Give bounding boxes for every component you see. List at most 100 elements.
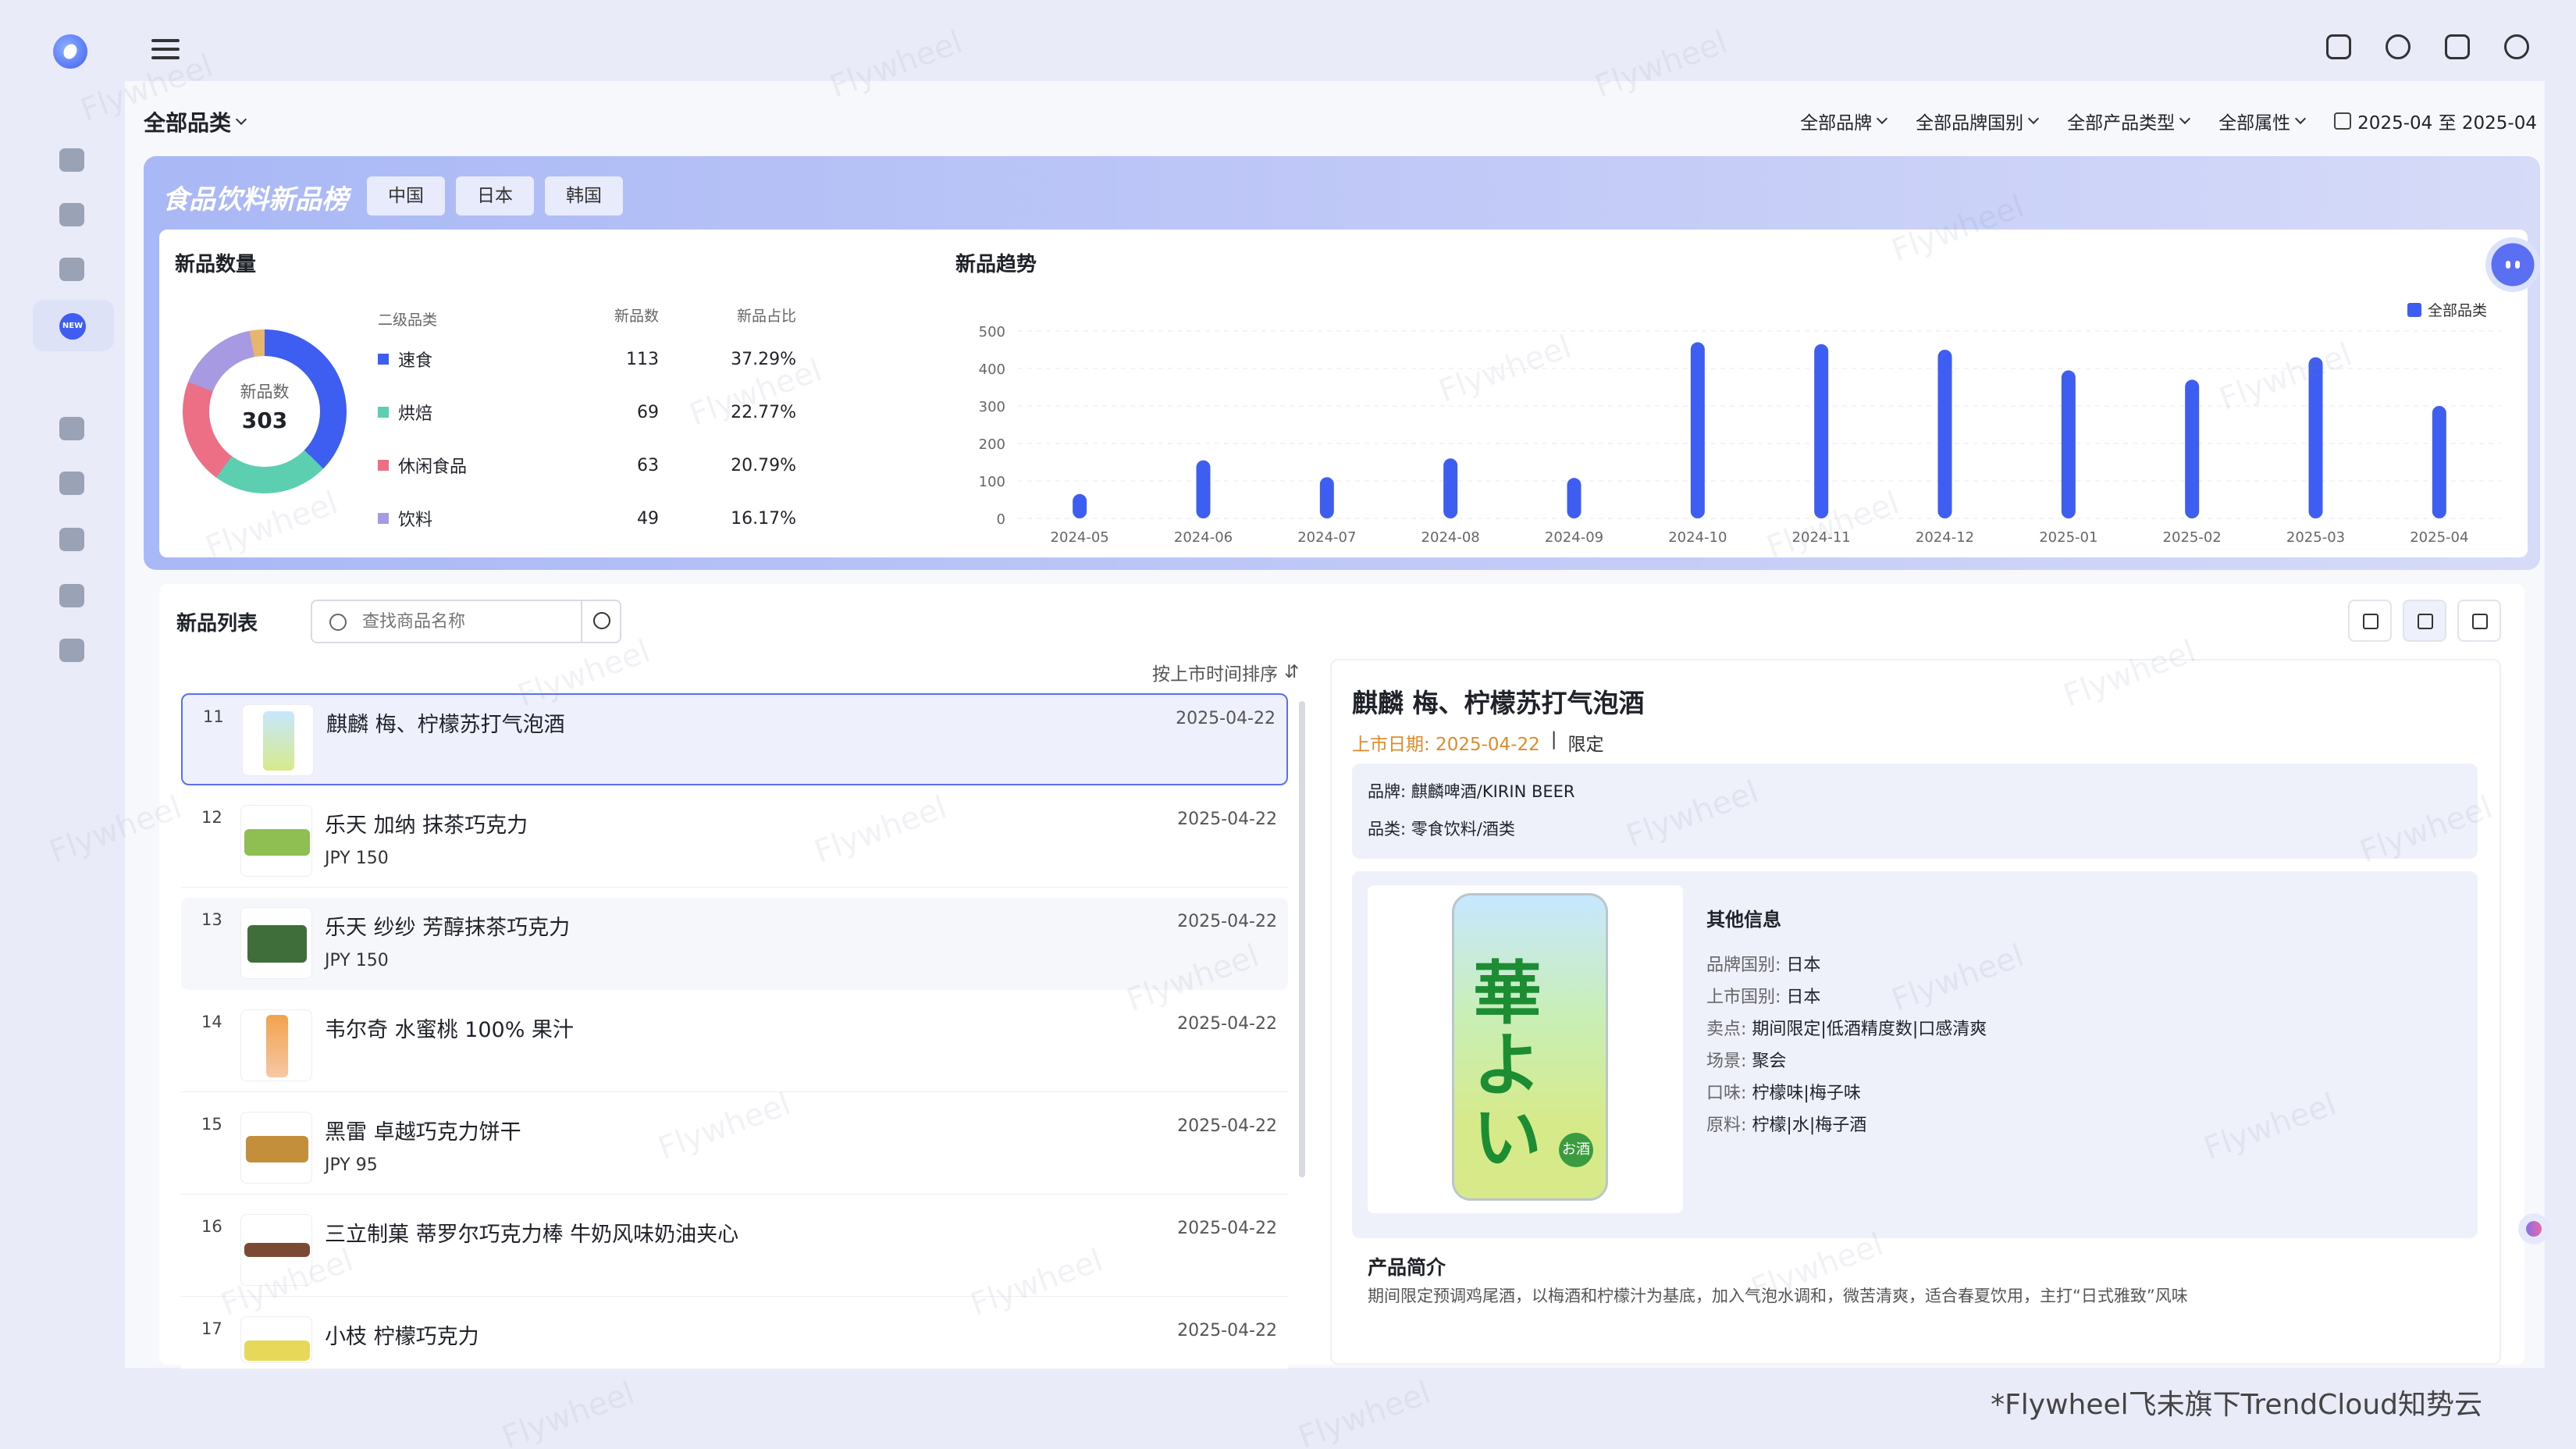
product-thumbnail [240, 907, 312, 979]
launch-date: 上市日期: 2025-04-22 [1352, 735, 1540, 755]
product-thumbnail [240, 1214, 312, 1286]
chart-bar[interactable] [1937, 350, 1952, 518]
filter-product-type-label: 全部产品类型 [2067, 113, 2176, 134]
filter-product-type[interactable]: 全部产品类型 [2067, 108, 2191, 134]
category-name: 休闲食品 [398, 457, 468, 477]
analysis-icon[interactable] [59, 258, 84, 281]
search-button[interactable] [581, 601, 620, 642]
calendar-icon [2334, 112, 2352, 130]
tag-icon[interactable] [59, 203, 84, 226]
discount-icon[interactable] [59, 472, 84, 495]
chart-bar[interactable] [1196, 460, 1211, 518]
chart-bar[interactable] [2061, 370, 2076, 518]
list-item[interactable]: 17 小枝 柠檬巧克力 2025-04-22 [181, 1307, 1288, 1369]
stats-card: 新品数量 新品数 303 二级品类 新品数 新品占比 速食 113 37.29%… [159, 230, 2528, 557]
item-date: 2025-04-22 [1177, 1116, 1277, 1136]
chart-bar[interactable] [1567, 478, 1582, 518]
list-view-button[interactable] [2403, 600, 2446, 642]
date-range-picker[interactable]: 2025-04 至 2025-04 [2334, 108, 2537, 134]
x-tick-label: 2024-09 [1545, 529, 1603, 546]
trend-icon[interactable] [59, 148, 84, 172]
search-input[interactable] [362, 611, 565, 632]
item-name: 三立制菓 蒂罗尔巧克力棒 牛奶风味奶油夹心 [325, 1223, 739, 1247]
bot-icon[interactable] [59, 639, 84, 662]
menu-toggle-button[interactable] [151, 39, 180, 61]
ai-brain-button[interactable] [2518, 1213, 2549, 1244]
chart-bar[interactable] [1814, 344, 1829, 518]
category-row: 休闲食品 63 20.79% [378, 439, 815, 492]
image-view-button[interactable] [2348, 600, 2392, 642]
search-icon [593, 612, 610, 629]
list-item[interactable]: 16 三立制菓 蒂罗尔巧克力棒 牛奶风味奶油夹心 2025-04-22 [181, 1205, 1288, 1297]
x-tick-label: 2025-01 [2039, 529, 2097, 546]
watermark: Flywheel [1293, 1375, 1436, 1449]
legend-label[interactable]: 全部品类 [2428, 302, 2487, 319]
bag-icon[interactable] [59, 528, 84, 551]
detail-brand: 品牌: 麒麟啤酒/KIRIN BEER [1368, 782, 1575, 801]
item-name: 乐天 加纳 抹茶巧克力 [325, 814, 528, 838]
banner-title: 食品饮料新品榜 [162, 184, 348, 215]
translate-icon[interactable] [2445, 34, 2470, 59]
product-thumbnail [240, 1009, 312, 1081]
chart-bar[interactable] [2432, 406, 2446, 518]
review-icon[interactable] [59, 584, 84, 607]
item-index: 13 [201, 910, 222, 929]
chart-bar[interactable] [1319, 477, 1334, 518]
header-share: 新品占比 [736, 308, 796, 325]
filter-brand-country[interactable]: 全部品牌国别 [1916, 108, 2040, 134]
tab-japan[interactable]: 日本 [456, 176, 534, 215]
chevron-down-icon [2179, 112, 2191, 125]
list-item[interactable]: 14 韦尔奇 水蜜桃 100% 果汁 2025-04-22 [181, 1000, 1288, 1092]
watermark: Flywheel [497, 1375, 639, 1449]
can-brand-text: 華よい [1473, 953, 1542, 1178]
detail-attributes-box: 華よい お酒 其他信息 品牌国别: 日本 上市国别: 日本 卖点: 期间限定|低… [1352, 871, 2478, 1238]
chart-bar[interactable] [1443, 458, 1458, 518]
list-item[interactable]: 12 乐天 加纳 抹茶巧克力 JPY 150 2025-04-22 [181, 796, 1288, 888]
product-thumbnail [242, 704, 314, 776]
item-date: 2025-04-22 [1177, 1014, 1277, 1034]
category-share: 22.77% [731, 402, 796, 422]
tab-korea[interactable]: 韩国 [545, 176, 623, 215]
filter-brand[interactable]: 全部品牌 [1800, 108, 1888, 134]
category-selector[interactable]: 全部品类 [144, 106, 247, 137]
sort-control[interactable]: 按上市时间排序 ⇵ [1152, 659, 1299, 685]
filter-bar: 全部品牌 全部品牌国别 全部产品类型 全部属性 2025-04 至 2025-0… [1800, 108, 2537, 134]
limited-tag: 限定 [1567, 735, 1604, 755]
item-date: 2025-04-22 [1177, 1219, 1277, 1238]
list-title: 新品列表 [176, 612, 258, 635]
attribute-label: 原料: [1706, 1116, 1752, 1135]
chart-bar[interactable] [1073, 493, 1087, 518]
app-logo[interactable] [53, 34, 87, 69]
list-item[interactable]: 11 麒麟 梅、柠檬苏打气泡酒 2025-04-22 [181, 693, 1288, 785]
x-tick-label: 2025-02 [2163, 529, 2222, 546]
chevron-down-icon [1877, 112, 1888, 125]
category-share: 37.29% [731, 349, 796, 369]
user-icon[interactable] [2504, 34, 2529, 59]
x-tick-label: 2025-03 [2286, 529, 2345, 546]
message-icon[interactable] [2326, 34, 2351, 59]
tab-china[interactable]: 中国 [367, 176, 445, 215]
apps-icon[interactable] [59, 417, 84, 440]
product-thumbnail [240, 805, 312, 877]
legend-swatch [2407, 303, 2421, 317]
help-icon[interactable] [2386, 34, 2411, 59]
list-item[interactable]: 13 乐天 纱纱 芳醇抹茶巧克力 JPY 150 2025-04-22 [181, 898, 1288, 990]
chart-bar[interactable] [2308, 357, 2323, 518]
attribute-value: 日本 [1786, 956, 1821, 975]
attribute-list: 品牌国别: 日本 上市国别: 日本 卖点: 期间限定|低酒精度数|口感清爽 场景… [1706, 949, 1987, 1141]
download-button[interactable] [2457, 600, 2501, 642]
chart-bar[interactable] [1690, 342, 1705, 518]
category-table-header: 二级品类 新品数 新品占比 [378, 304, 815, 333]
attribute-value: 聚会 [1752, 1052, 1787, 1071]
chart-bar[interactable] [2185, 379, 2200, 518]
filter-attribute-label: 全部属性 [2218, 113, 2291, 134]
filter-attribute[interactable]: 全部属性 [2218, 108, 2307, 134]
assistant-bot-button[interactable] [2485, 237, 2540, 292]
chevron-down-icon [2028, 112, 2040, 125]
sidebar-item-new[interactable]: NEW [33, 300, 114, 351]
list-item[interactable]: 15 黑雷 卓越巧克力饼干 JPY 95 2025-04-22 [181, 1102, 1288, 1194]
product-thumbnail [240, 1112, 312, 1184]
item-name: 乐天 纱纱 芳醇抹茶巧克力 [325, 916, 571, 940]
item-name: 韦尔奇 水蜜桃 100% 果汁 [325, 1018, 574, 1042]
list-scrollbar[interactable] [1299, 701, 1305, 1177]
